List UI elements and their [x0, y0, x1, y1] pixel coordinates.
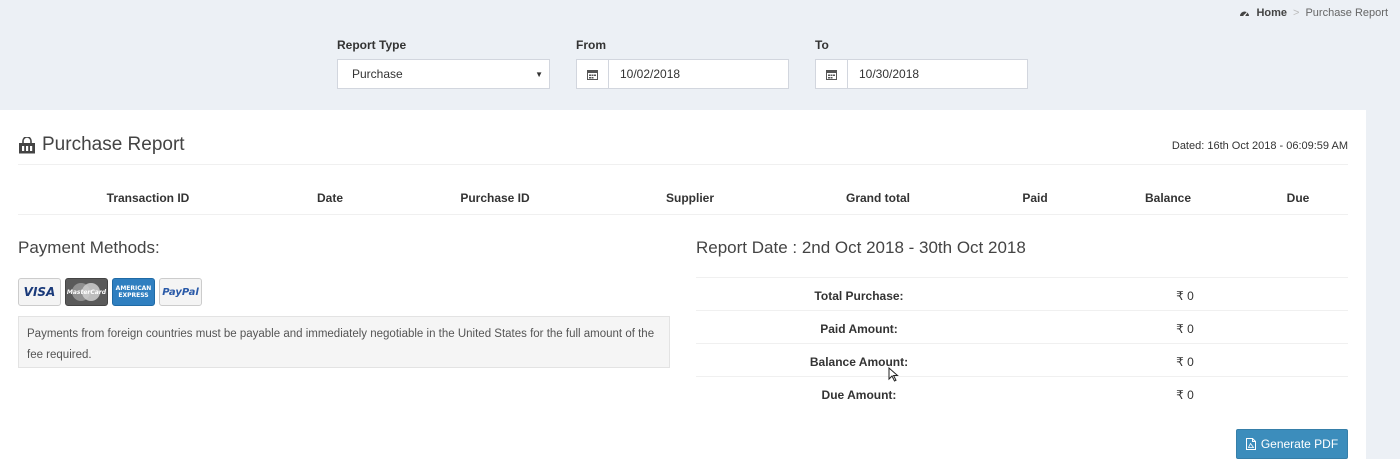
mouse-cursor-icon [888, 367, 899, 382]
summary-amount: ₹ 0 [1176, 388, 1194, 402]
generate-pdf-button[interactable]: Generate PDF [1236, 429, 1348, 459]
summary-row: Balance Amount: ₹ 0 [696, 343, 1348, 376]
breadcrumb-current: Purchase Report [1305, 7, 1388, 19]
mastercard-icon: MasterCard [65, 278, 108, 306]
summary-label: Total Purchase: [814, 289, 904, 303]
caret-down-icon: ▼ [535, 69, 543, 79]
paypal-icon: PayPal [159, 278, 202, 306]
column-header[interactable]: Supplier [666, 191, 714, 205]
column-header[interactable]: Due [1287, 191, 1310, 205]
calendar-icon[interactable] [577, 60, 609, 88]
breadcrumb-home[interactable]: Home [1239, 7, 1287, 19]
generate-pdf-label: Generate PDF [1260, 437, 1339, 451]
from-date-filter: From 10/02/2018 [576, 38, 789, 89]
report-date-title: Report Date : 2nd Oct 2018 - 30th Oct 20… [696, 238, 1026, 257]
report-title-text: Purchase Report [42, 134, 185, 155]
column-header[interactable]: Balance [1145, 191, 1191, 205]
summary-amount: ₹ 0 [1176, 355, 1194, 369]
report-type-value: Purchase [352, 67, 403, 81]
column-header[interactable]: Grand total [846, 191, 910, 205]
amex-card-icon: AMERICAN EXPRESS [112, 278, 155, 306]
shopping-bag-icon [19, 136, 35, 153]
summary-row: Due Amount: ₹ 0 [696, 376, 1348, 409]
from-date-input[interactable]: 10/02/2018 [576, 59, 789, 89]
summary-amount: ₹ 0 [1176, 289, 1194, 303]
from-label: From [576, 38, 606, 52]
to-date-filter: To 10/30/2018 [815, 38, 1028, 89]
from-date-value: 10/02/2018 [620, 67, 681, 81]
column-header[interactable]: Transaction ID [107, 191, 190, 205]
breadcrumb-home-label[interactable]: Home [1256, 7, 1287, 19]
report-type-select[interactable]: Purchase ▼ [337, 59, 550, 89]
summary-label: Balance Amount: [809, 355, 909, 369]
report-header: Purchase Report Dated: 16th Oct 2018 - 0… [18, 134, 1348, 165]
report-title: Purchase Report [18, 134, 185, 156]
payment-methods-title: Payment Methods: [18, 238, 160, 257]
breadcrumb: Home > Purchase Report [1239, 7, 1388, 19]
to-date-value: 10/30/2018 [859, 67, 920, 81]
report-dated: Dated: 16th Oct 2018 - 06:09:59 AM [1171, 140, 1348, 152]
column-header[interactable]: Paid [1022, 191, 1047, 205]
report-type-filter: Report Type Purchase ▼ [337, 38, 550, 89]
calendar-icon[interactable] [816, 60, 848, 88]
report-panel: Purchase Report Dated: 16th Oct 2018 - 0… [0, 110, 1366, 459]
to-label: To [815, 38, 829, 52]
dashboard-icon [1240, 11, 1250, 17]
summary-label: Due Amount: [821, 388, 897, 402]
visa-card-icon: VISA [18, 278, 61, 306]
summary-label: Paid Amount: [820, 322, 898, 336]
pdf-file-icon [1245, 438, 1256, 450]
payment-note: Payments from foreign countries must be … [18, 316, 670, 368]
report-table-header: Transaction ID Date Purchase ID Supplier… [18, 182, 1348, 215]
report-type-label: Report Type [337, 38, 407, 52]
to-date-input[interactable]: 10/30/2018 [815, 59, 1028, 89]
summary-table: Total Purchase: ₹ 0 Paid Amount: ₹ 0 Bal… [696, 277, 1348, 409]
mastercard-label: MasterCard [66, 288, 107, 296]
summary-row: Total Purchase: ₹ 0 [696, 277, 1348, 310]
payment-cards: VISA MasterCard AMERICAN EXPRESS PayPal [18, 278, 202, 306]
column-header[interactable]: Purchase ID [460, 191, 529, 205]
column-header[interactable]: Date [317, 191, 343, 205]
summary-row: Paid Amount: ₹ 0 [696, 310, 1348, 343]
summary-amount: ₹ 0 [1176, 322, 1194, 336]
breadcrumb-separator: > [1293, 7, 1300, 19]
